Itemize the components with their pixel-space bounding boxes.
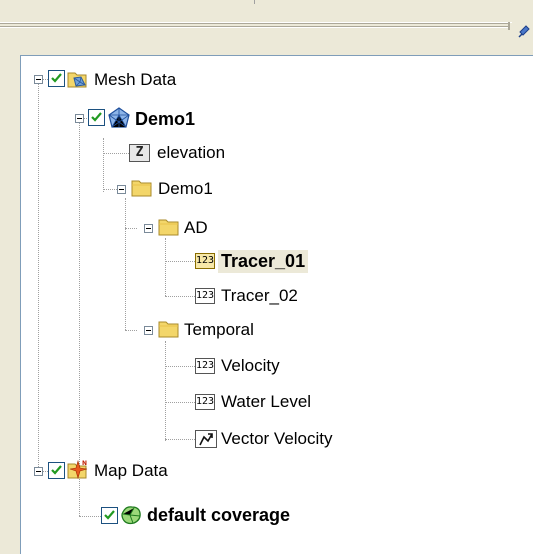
tracer-01-label: Tracer_01 (218, 249, 309, 273)
tree-node-ad-folder[interactable]: AD (181, 214, 211, 242)
water-level-label: Water Level (221, 392, 312, 411)
scalar-dataset-icon: 123 (195, 288, 215, 304)
tree-node-temporal-folder[interactable]: Temporal (181, 316, 257, 344)
mesh-icon (108, 107, 130, 129)
elevation-label: elevation (157, 143, 226, 162)
mesh-data-label: Mesh Data (94, 70, 177, 89)
map-folder-icon: N (67, 458, 89, 480)
expand-demo1-mesh[interactable] (75, 114, 84, 123)
tree-node-water-level[interactable]: Water Level (218, 388, 314, 416)
vector-dataset-icon (195, 430, 217, 448)
elevation-dataset-icon: Z (129, 144, 150, 162)
demo1-folder-label: Demo1 (158, 179, 213, 198)
demo1-mesh-checkbox[interactable] (88, 109, 105, 126)
tree-node-demo1-folder[interactable]: Demo1 (155, 175, 216, 203)
ad-folder-label: AD (184, 218, 208, 237)
default-coverage-label: default coverage (147, 504, 291, 525)
toolbar-divider (254, 0, 255, 4)
map-data-label: Map Data (94, 461, 168, 480)
scalar-dataset-icon: 123 (195, 253, 215, 269)
tree-node-tracer-01[interactable]: Tracer_01 (218, 247, 309, 275)
scalar-dataset-icon: 123 (195, 358, 215, 374)
tree-node-tracer-02[interactable]: Tracer_02 (218, 282, 301, 310)
mesh-data-checkbox[interactable] (48, 70, 65, 87)
expand-temporal-folder[interactable] (144, 326, 153, 335)
expand-mesh-data[interactable] (34, 75, 43, 84)
tree-node-elevation[interactable]: elevation (154, 139, 228, 167)
panel-toolbar (0, 0, 533, 52)
temporal-folder-label: Temporal (184, 320, 254, 339)
tree-node-mesh-data[interactable]: Mesh Data (91, 66, 179, 94)
velocity-label: Velocity (221, 356, 280, 375)
folder-icon (158, 318, 180, 340)
folder-icon (158, 216, 180, 238)
map-data-checkbox[interactable] (48, 462, 65, 479)
expand-map-data[interactable] (34, 467, 43, 476)
project-explorer-tree: Mesh Data Demo1 Z elevation Demo1 AD 123… (20, 55, 533, 554)
coverage-icon (120, 504, 142, 526)
expand-demo1-folder[interactable] (117, 185, 126, 194)
mesh-folder-icon (67, 68, 89, 90)
tree-node-velocity[interactable]: Velocity (218, 352, 283, 380)
folder-icon (131, 177, 153, 199)
tree-node-map-data[interactable]: Map Data (91, 457, 171, 485)
vector-velocity-label: Vector Velocity (221, 429, 333, 448)
expand-ad-folder[interactable] (144, 224, 153, 233)
pin-icon[interactable] (517, 23, 533, 39)
tree-node-vector-velocity[interactable]: Vector Velocity (218, 425, 336, 453)
tracer-02-label: Tracer_02 (221, 286, 298, 305)
tree-node-default-coverage[interactable]: default coverage (144, 501, 293, 529)
toolbar-grip[interactable] (0, 22, 512, 36)
demo1-mesh-label: Demo1 (135, 108, 196, 129)
tree-node-demo1-mesh[interactable]: Demo1 (132, 105, 198, 133)
scalar-dataset-icon: 123 (195, 394, 215, 410)
default-coverage-checkbox[interactable] (101, 507, 118, 524)
svg-text:N: N (82, 460, 87, 467)
